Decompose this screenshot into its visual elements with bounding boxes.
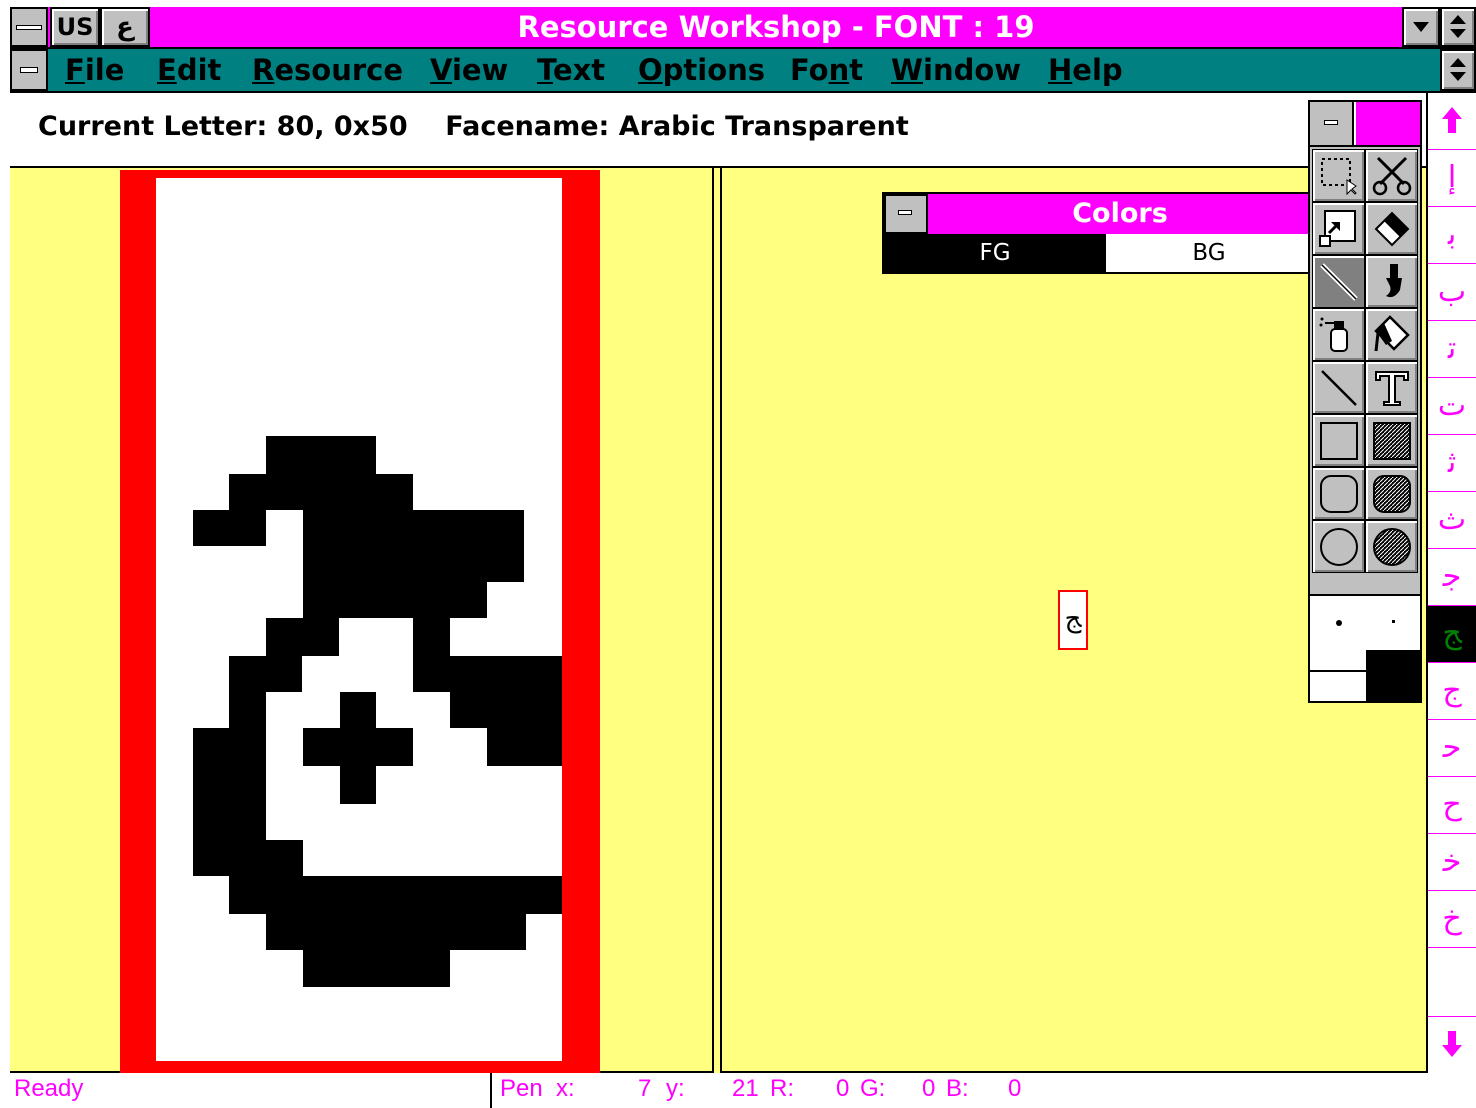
keyboard-arabic-button[interactable]: ع [100, 7, 150, 47]
glyph-cell[interactable]: ﺑ [1428, 207, 1476, 264]
pen-x-value: 7 [638, 1075, 652, 1102]
foreground-color-swatch[interactable]: FG [884, 234, 1106, 272]
scissors-icon[interactable] [1365, 149, 1418, 202]
scroll-down-button[interactable] [1428, 1016, 1476, 1073]
toolbox-system-menu-button[interactable] [1310, 102, 1354, 145]
selected-glyph-cell[interactable]: ﺞ [1428, 606, 1476, 663]
green-label: G: [860, 1075, 886, 1102]
system-menu-icon [1324, 120, 1338, 125]
pane-splitter[interactable] [712, 168, 722, 1073]
current-letter-text: Current Letter: 80, 0x50 Facename: Arabi… [38, 111, 909, 142]
pen-x-label: Pen x: [500, 1075, 575, 1102]
green-value: 0 [922, 1075, 936, 1102]
red-value: 0 [836, 1075, 850, 1102]
paint-toolbox [1308, 100, 1422, 703]
menu-view[interactable]: View [430, 49, 508, 91]
pen-y-label: y: [666, 1075, 685, 1102]
filled-ellipse-icon[interactable] [1365, 520, 1418, 573]
keyboard-us-button[interactable]: US [50, 7, 100, 47]
system-menu-icon [898, 210, 912, 215]
zoomed-glyph-canvas[interactable] [156, 178, 562, 1061]
colors-system-menu-button[interactable] [884, 194, 928, 234]
glyph-cell[interactable]: ﺕ [1428, 378, 1476, 435]
glyph-cell[interactable]: ﺥ [1428, 891, 1476, 948]
red-label: R: [770, 1075, 794, 1102]
window-title: Resource Workshop - FONT : 19 [517, 10, 1035, 44]
status-divider [490, 1073, 492, 1108]
airbrush-icon[interactable] [1312, 308, 1365, 361]
color-divider [1310, 670, 1366, 672]
menu-help[interactable]: Help [1048, 49, 1123, 91]
arrow-down-icon [1442, 1031, 1462, 1057]
toolbox-caption [1310, 102, 1420, 147]
glyph-cell[interactable]: ﺛ [1428, 435, 1476, 492]
pen-size-dot-small [1392, 620, 1395, 623]
menu-text[interactable]: Text [537, 49, 605, 91]
character-strip: إ ﺑ ﺏ ﺗ ﺕ ﺛ ﺙ ﺟ ﺞ ﺝ ﺣ ﺡ ﺧ ﺥ [1426, 93, 1476, 1073]
restore-arrows-icon [1450, 15, 1466, 38]
menu-resource[interactable]: Resource [252, 49, 403, 91]
background-color-swatch[interactable]: BG [1106, 234, 1312, 272]
zoom-icon[interactable] [1312, 202, 1365, 255]
menu-window[interactable]: Window [891, 49, 1021, 91]
empty-rounded-rectangle-icon[interactable] [1312, 467, 1365, 520]
font-editor-area: ﺞ [10, 168, 1426, 1073]
minimize-arrow-icon [1413, 22, 1429, 32]
system-menu-icon [16, 25, 42, 30]
empty-ellipse-icon[interactable] [1312, 520, 1365, 573]
document-menu-icon [20, 67, 38, 73]
paintbrush-icon[interactable] [1365, 255, 1418, 308]
blue-value: 0 [1008, 1075, 1022, 1102]
system-menu-button[interactable] [10, 7, 48, 47]
document-restore-button[interactable] [1440, 49, 1476, 91]
glyph-cell[interactable]: ﺙ [1428, 492, 1476, 549]
colors-title: Colors [928, 194, 1312, 234]
glyph-cell[interactable]: ﺝ [1428, 663, 1476, 720]
glyph-cell[interactable]: إ [1428, 150, 1476, 207]
blue-label: B: [946, 1075, 969, 1102]
pen-icon[interactable] [1312, 255, 1365, 308]
glyph-cell[interactable]: ﺟ [1428, 549, 1476, 606]
scroll-up-button[interactable] [1428, 93, 1476, 150]
eraser-icon[interactable] [1365, 202, 1418, 255]
foreground-color-indicator [1366, 650, 1420, 703]
pick-rectangle-icon[interactable] [1312, 149, 1365, 202]
menu-bar: File Edit Resource View Text Options Fon… [10, 49, 1476, 93]
empty-rectangle-icon[interactable] [1312, 414, 1365, 467]
glyph-cell[interactable]: ﺏ [1428, 264, 1476, 321]
glyph-cell[interactable]: ﺧ [1428, 834, 1476, 891]
glyph-cell[interactable]: ﺡ [1428, 777, 1476, 834]
paint-can-icon[interactable] [1365, 308, 1418, 361]
text-icon[interactable] [1365, 361, 1418, 414]
filled-rounded-rectangle-icon[interactable] [1365, 467, 1418, 520]
glyph-pixels [193, 436, 562, 987]
line-icon[interactable] [1312, 361, 1365, 414]
pen-y-value: 21 [732, 1075, 759, 1102]
colors-palette: Colors FG BG [882, 192, 1312, 274]
menu-edit[interactable]: Edit [157, 49, 221, 91]
status-ready: Ready [14, 1075, 84, 1102]
arrow-up-icon [1442, 107, 1462, 133]
pen-size-dot [1336, 620, 1342, 626]
status-bar: Ready Pen x: 7 y: 21 R: 0 G: 0 B: 0 [10, 1073, 1476, 1108]
glyph-cell[interactable]: ﺣ [1428, 720, 1476, 777]
menu-options[interactable]: Options [638, 49, 765, 91]
menu-font[interactable]: Font [790, 49, 863, 91]
actual-size-glyph-preview[interactable]: ﺞ [1058, 590, 1088, 650]
title-bar: US ع Resource Workshop - FONT : 19 [10, 7, 1476, 49]
menu-file[interactable]: File [65, 49, 124, 91]
document-system-menu-button[interactable] [10, 49, 48, 91]
restore-button[interactable] [1440, 7, 1476, 47]
glyph-cell[interactable]: ﺗ [1428, 321, 1476, 378]
letter-info-bar: Current Letter: 80, 0x50 Facename: Arabi… [10, 93, 1426, 168]
filled-rectangle-icon[interactable] [1365, 414, 1418, 467]
pen-style-indicator[interactable] [1310, 594, 1420, 703]
toolbox-title-bar [1356, 102, 1420, 145]
restore-arrows-icon [1450, 58, 1466, 81]
minimize-button[interactable] [1402, 7, 1440, 47]
